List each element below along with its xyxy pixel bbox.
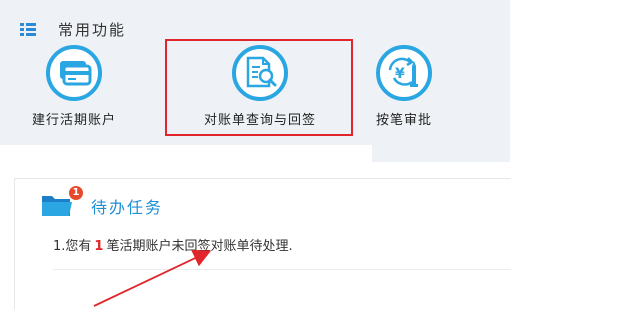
common-functions-header: 常用功能 (20, 18, 126, 40)
todo-item[interactable]: 1.您有 1 笔活期账户未回签对账单待处理. (53, 235, 293, 254)
todo-item-count: 1 (94, 239, 104, 254)
todo-header: 1 待办任务 (41, 186, 164, 221)
todo-item-prefix: 1.您有 (53, 239, 92, 254)
common-functions-title: 常用功能 (58, 20, 127, 39)
card-icon (46, 45, 102, 101)
todo-divider (53, 269, 511, 270)
folder-icon: 1 (41, 186, 83, 220)
todo-item-suffix: 笔活期账户未回签对账单待处理. (106, 239, 293, 254)
highlight-box (165, 39, 353, 136)
todo-title: 待办任务 (91, 198, 164, 217)
func-item-approve-by-item[interactable]: ¥ 按笔审批 (354, 45, 454, 128)
func-item-demand-account[interactable]: 建行活期账户 (8, 45, 140, 128)
yen-approve-icon: ¥ (376, 45, 432, 101)
todo-panel: 1 待办任务 1.您有 1 笔活期账户未回签对账单待处理. (14, 178, 511, 310)
panel-tail (372, 130, 510, 162)
func-label-demand-account: 建行活期账户 (31, 113, 116, 128)
list-icon (20, 23, 36, 36)
func-label-approve-by-item: 按笔审批 (375, 113, 432, 128)
svg-text:¥: ¥ (395, 66, 405, 82)
todo-badge: 1 (69, 186, 83, 200)
